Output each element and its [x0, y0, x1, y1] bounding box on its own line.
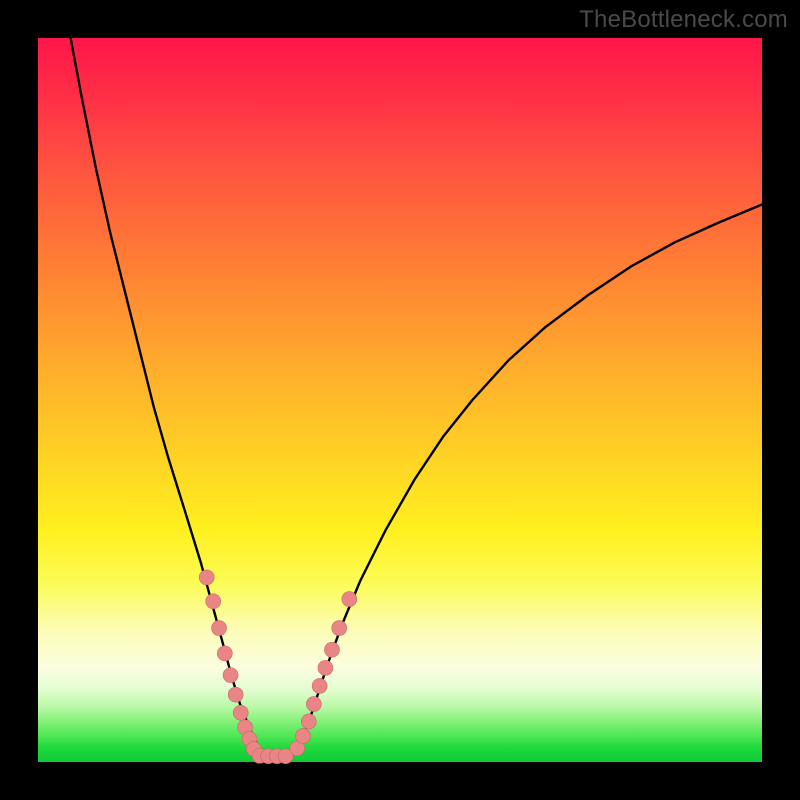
- data-dot: [332, 621, 347, 636]
- data-dot: [306, 697, 321, 712]
- data-dot: [295, 728, 310, 743]
- chart-svg: [38, 38, 762, 762]
- data-dot: [228, 687, 243, 702]
- data-dots: [199, 570, 357, 764]
- data-dot: [212, 621, 227, 636]
- data-dot: [223, 668, 238, 683]
- data-dot: [206, 594, 221, 609]
- data-dot: [324, 642, 339, 657]
- data-dot: [342, 592, 357, 607]
- data-dot: [312, 678, 327, 693]
- data-dot: [217, 646, 232, 661]
- chart-frame: TheBottleneck.com: [0, 0, 800, 800]
- data-dot: [318, 660, 333, 675]
- data-dot: [233, 705, 248, 720]
- data-dot: [301, 714, 316, 729]
- data-dot: [199, 570, 214, 585]
- plot-area: [38, 38, 762, 762]
- bottleneck-curve: [71, 38, 762, 756]
- watermark-text: TheBottleneck.com: [579, 6, 788, 34]
